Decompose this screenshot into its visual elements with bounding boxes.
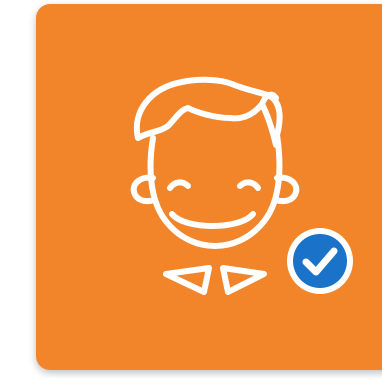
verified-badge: [287, 228, 353, 294]
hair: [133, 76, 283, 148]
boy-with-bow-tie-icon: [130, 76, 300, 295]
badge-circle: [293, 234, 347, 288]
page: [0, 0, 382, 378]
bow-tie-right: [220, 265, 267, 295]
avatar-illustration: [130, 76, 353, 295]
left-eye: [167, 179, 191, 191]
right-eye: [237, 179, 261, 191]
smile: [169, 211, 256, 229]
bow-tie-left: [163, 265, 212, 295]
